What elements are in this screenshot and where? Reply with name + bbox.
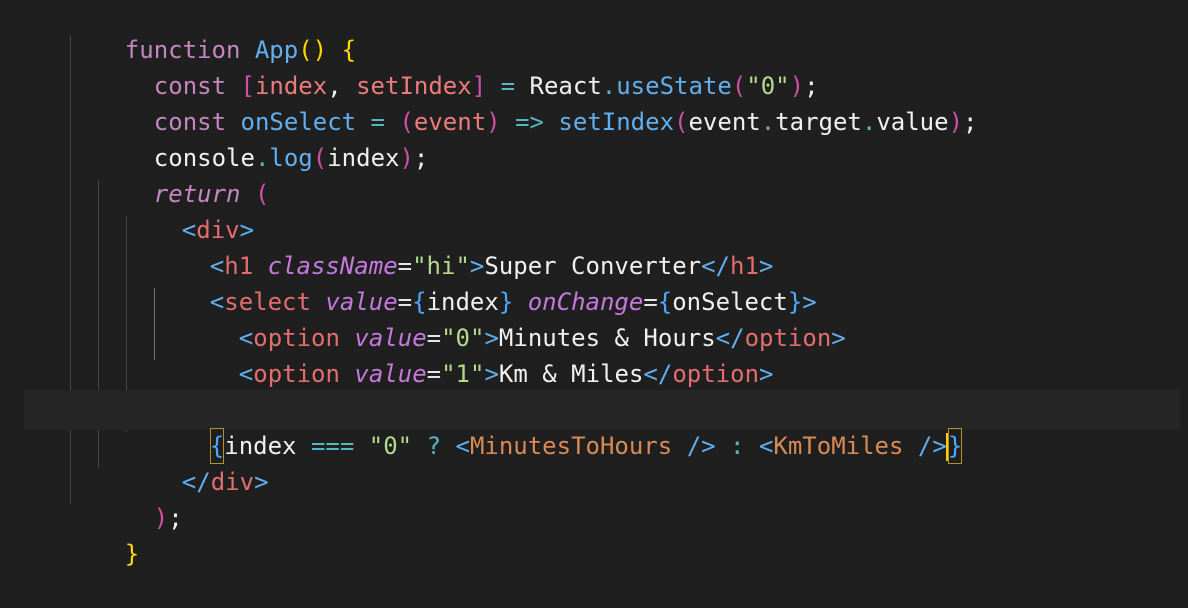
code-line-1[interactable]: function App() { bbox=[0, 0, 1188, 64]
code-line-7[interactable]: <h1 className="hi">Super Converter</h1> bbox=[0, 212, 1188, 280]
code-line-8[interactable]: <select value={index} onChange={onSelect… bbox=[0, 248, 1188, 316]
code-line-13[interactable]: </div> bbox=[0, 428, 1188, 496]
code-line-5[interactable]: return ( bbox=[0, 140, 1188, 208]
code-editor[interactable]: function App() { const [index, setIndex]… bbox=[0, 0, 1188, 568]
code-line-3[interactable]: const onSelect = (event) => setIndex(eve… bbox=[0, 68, 1188, 136]
code-line-12-current[interactable]: {index === "0" ? <MinutesToHours /> : <K… bbox=[0, 390, 1188, 464]
code-line-10[interactable]: <option value="1">Km & Miles</option> bbox=[0, 320, 1188, 388]
code-line-15[interactable]: } bbox=[0, 500, 1188, 568]
code-line-9[interactable]: <option value="0">Minutes & Hours</optio… bbox=[0, 284, 1188, 352]
code-line-6[interactable]: <div> bbox=[0, 176, 1188, 244]
code-line-14[interactable]: ); bbox=[0, 464, 1188, 532]
brace-token: } bbox=[124, 540, 140, 568]
code-line-2[interactable]: const [index, setIndex] = React.useState… bbox=[0, 32, 1188, 100]
code-line-4[interactable]: console.log(index); bbox=[0, 104, 1188, 172]
code-line-11[interactable]: </select> bbox=[0, 356, 1188, 424]
